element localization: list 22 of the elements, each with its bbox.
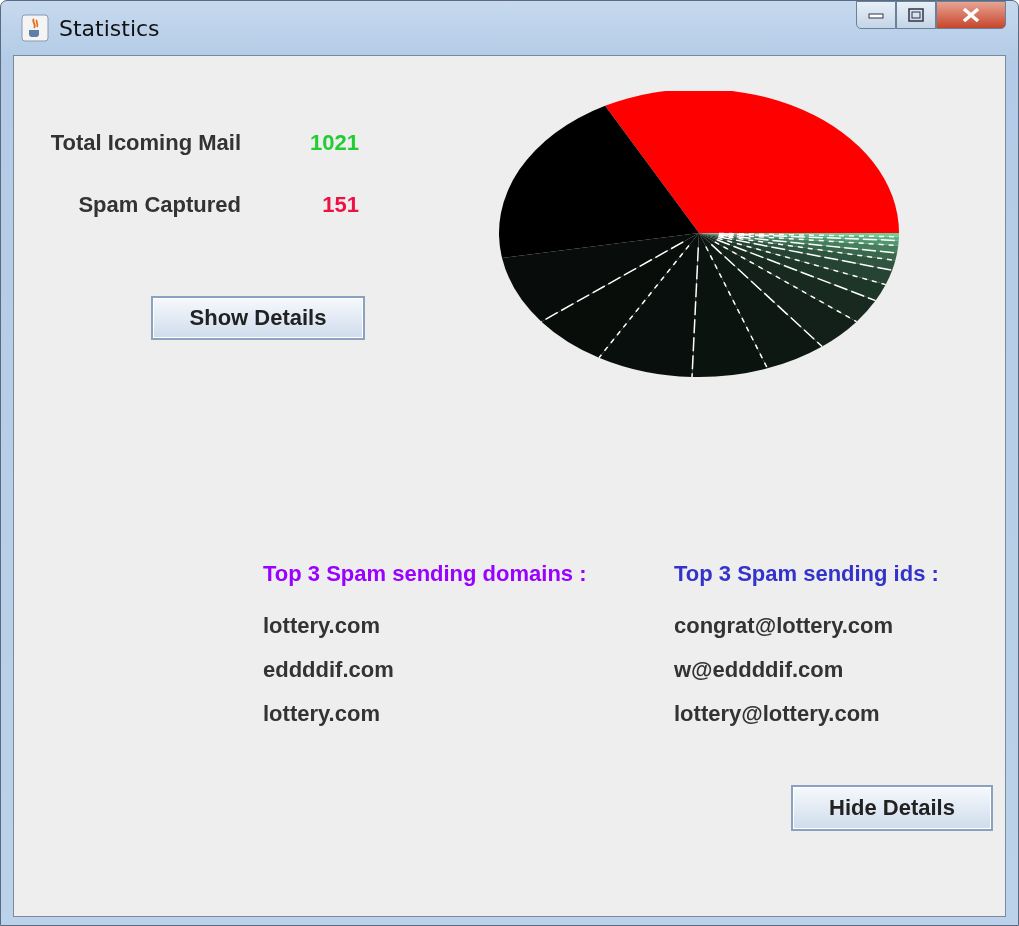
window-title: Statistics <box>59 15 160 41</box>
stat-label: Total Icoming Mail <box>49 130 241 156</box>
list-heading: Top 3 Spam sending domains : <box>263 561 588 587</box>
list-item: lottery@lottery.com <box>674 701 881 727</box>
close-button[interactable] <box>936 1 1006 29</box>
list-item: eddddif.com <box>263 657 395 683</box>
stat-value: 151 <box>321 192 359 218</box>
list-item: congrat@lottery.com <box>674 613 895 639</box>
minimize-icon <box>868 11 884 19</box>
maximize-icon <box>908 8 924 22</box>
list-item: lottery.com <box>263 613 381 639</box>
minimize-button[interactable] <box>856 1 896 29</box>
close-icon <box>961 7 981 23</box>
list-heading: Top 3 Spam sending ids : <box>674 561 940 587</box>
list-item: w@eddddif.com <box>674 657 845 683</box>
show-details-button[interactable]: Show Details <box>151 296 365 340</box>
stat-label: Spam Captured <box>77 192 241 218</box>
list-item: lottery.com <box>263 701 381 727</box>
maximize-button[interactable] <box>896 1 936 29</box>
stat-value: 1021 <box>309 130 359 156</box>
hide-details-button[interactable]: Hide Details <box>791 785 993 831</box>
coffee-cup-icon <box>21 14 49 42</box>
